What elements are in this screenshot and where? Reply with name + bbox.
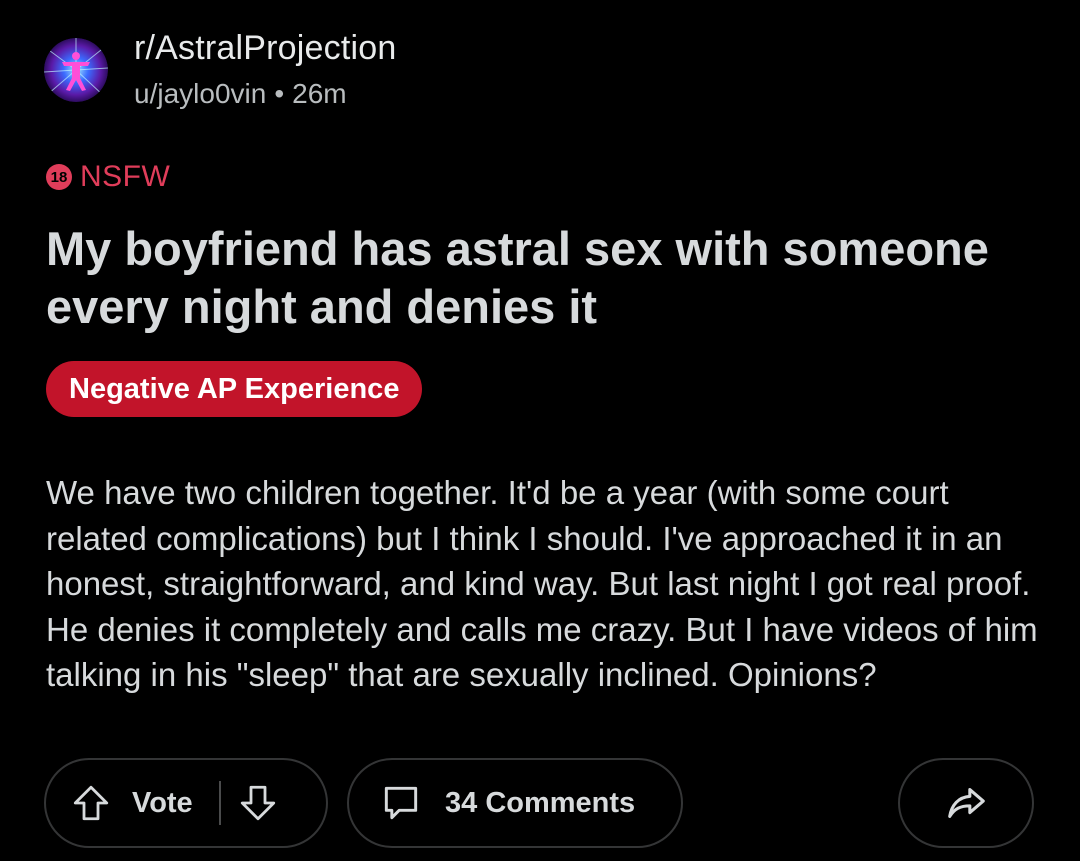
- post-meta: u/jaylo0vin • 26m: [134, 76, 396, 112]
- nsfw-18-icon: 18: [46, 164, 72, 190]
- comments-count: 34 Comments: [445, 786, 636, 819]
- downvote-button[interactable]: [237, 782, 279, 824]
- vote-divider: [218, 781, 221, 825]
- vote-bar: Vote: [44, 758, 328, 848]
- comments-button[interactable]: 34 Comments: [347, 758, 683, 848]
- subreddit-name[interactable]: r/AstralProjection: [134, 28, 396, 68]
- arrow-down-icon: [240, 785, 275, 821]
- comment-bubble-icon: [384, 786, 418, 820]
- nsfw-tag: 18 NSFW: [46, 160, 170, 194]
- astral-figure-icon: [44, 38, 108, 102]
- post-flair[interactable]: Negative AP Experience: [46, 361, 423, 417]
- share-button[interactable]: [898, 758, 1034, 848]
- nsfw-label: NSFW: [80, 160, 171, 193]
- arrow-up-icon: [73, 785, 109, 821]
- subreddit-avatar[interactable]: [44, 38, 108, 102]
- share-arrow-icon: [948, 788, 985, 818]
- post-time: 26m: [292, 78, 347, 109]
- meta-separator: •: [274, 78, 285, 109]
- post-body: We have two children together. It'd be a…: [46, 474, 1038, 693]
- post-header: r/AstralProjection u/jaylo0vin • 26m: [44, 28, 396, 112]
- vote-label: Vote: [132, 786, 193, 819]
- post-title[interactable]: My boyfriend has astral sex with someone…: [46, 220, 1036, 336]
- author-link[interactable]: u/jaylo0vin: [134, 78, 266, 109]
- upvote-button[interactable]: [70, 782, 112, 824]
